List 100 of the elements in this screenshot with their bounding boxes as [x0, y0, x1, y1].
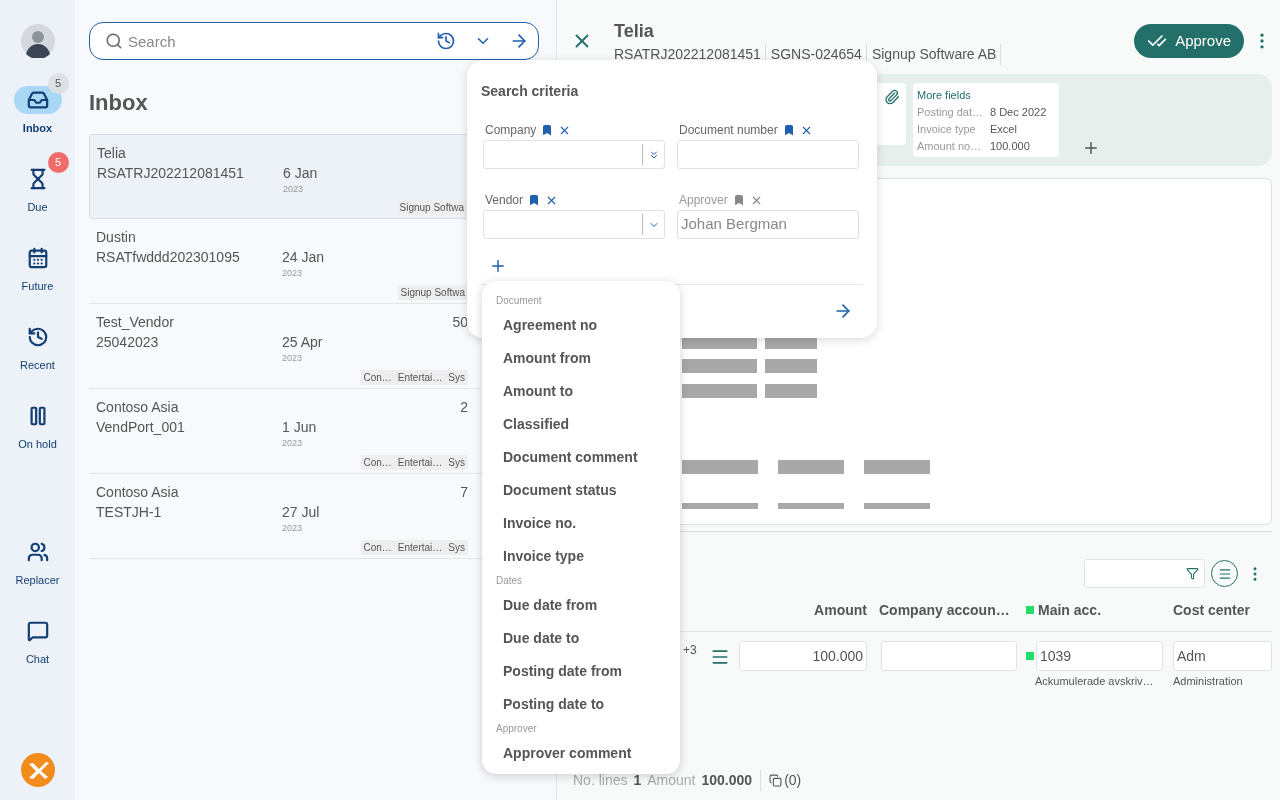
amount-total: 100.000	[701, 769, 762, 791]
tag-label: Con…	[363, 541, 392, 555]
document-number: 25042023	[96, 333, 160, 352]
amount-text: 7	[460, 482, 468, 502]
nav-item[interactable]: Replacer	[0, 524, 75, 603]
company-account-field[interactable]	[881, 641, 1017, 671]
column-header: Cost center	[1173, 600, 1251, 620]
tag-label: Entertai…	[397, 456, 443, 470]
filter-icon	[1186, 567, 1199, 580]
menu-item[interactable]: Posting date to	[482, 688, 680, 721]
count-badge: 5	[47, 73, 69, 94]
filter-field[interactable]	[1084, 559, 1205, 588]
bookmark-icon[interactable]	[528, 194, 541, 206]
vendor-name: Contoso Asia	[96, 397, 179, 417]
tag-label: Entertai…	[397, 371, 443, 385]
bookmark-icon[interactable]	[541, 124, 554, 136]
tag-label: Sys	[448, 371, 465, 385]
inbox-title: Inbox	[89, 89, 148, 117]
nav-icon	[26, 326, 49, 348]
tag-label: Entertai…	[397, 541, 443, 555]
document-number: RSATfwddd202301095	[96, 248, 241, 267]
extra-count: +3	[683, 643, 697, 657]
tag-label: Sys	[448, 541, 465, 555]
tag-label: Signup Softwa	[399, 201, 464, 215]
field-value: Excel	[990, 122, 1017, 137]
nav-item[interactable]: On hold	[0, 388, 75, 467]
year-text: 2023	[282, 522, 304, 535]
more-fields-title: More fields	[917, 88, 972, 103]
field-label: Invoice type	[917, 122, 977, 137]
lines-label: No. lines	[573, 770, 628, 790]
approve-button[interactable]: Approve	[1134, 24, 1244, 58]
vendor-name: Test_Vendor	[96, 312, 174, 332]
year-text: 2023	[282, 352, 304, 365]
year-text: 2023	[283, 183, 305, 196]
column-header: Main acc.	[1038, 600, 1102, 620]
due-date: 6 Jan	[283, 164, 318, 183]
menu-item[interactable]: Approver comment	[482, 737, 680, 770]
account-name: Ackumulerade avskriv…	[1035, 674, 1155, 689]
menu-item[interactable]: Due date to	[482, 622, 680, 655]
menu-group-title: Approver	[495, 722, 538, 736]
select-field[interactable]	[483, 140, 665, 169]
due-date: 24 Jan	[282, 248, 325, 267]
field-label: Amount no…	[917, 139, 983, 154]
vendor-name: Dustin	[96, 227, 136, 247]
year-text: 2023	[282, 437, 304, 450]
tag-label: Con…	[363, 456, 392, 470]
nav-icon	[26, 541, 49, 563]
popup-title: Search criteria	[481, 82, 580, 101]
field-value: 100.000	[990, 139, 1030, 154]
tag-label: Sys	[448, 456, 465, 470]
amount-text: 50	[452, 312, 468, 332]
avatar[interactable]	[20, 24, 55, 58]
add-icon[interactable]	[489, 257, 507, 275]
cost-center-name: Administration	[1173, 674, 1244, 689]
vendor-name: Telia	[97, 143, 126, 163]
nav-icon	[26, 620, 49, 642]
document-number: RSATRJ202212081451	[97, 164, 245, 183]
nav-item[interactable]: 5 Due	[0, 151, 75, 230]
select-field[interactable]	[483, 210, 665, 239]
field-label: Posting dat…	[917, 105, 985, 120]
nav-item[interactable]: Chat	[0, 603, 75, 682]
tag-label: Con…	[363, 371, 392, 385]
search-field[interactable]: Search	[89, 22, 539, 60]
lines-count: 1	[633, 770, 642, 790]
menu-item[interactable]: Posting date from	[482, 655, 680, 688]
search-icon	[105, 32, 123, 50]
nav-icon	[26, 247, 49, 269]
field-label: Approver	[679, 192, 728, 209]
nav-icon	[26, 89, 49, 111]
year-text: 2023	[282, 267, 304, 280]
tag-label: Signup Softwa	[400, 286, 465, 300]
nav-item[interactable]: Future	[0, 230, 75, 309]
nav-item[interactable]: 5 Inbox	[0, 72, 75, 151]
document-number: TESTJH-1	[96, 503, 163, 522]
copy-icon[interactable]	[769, 773, 783, 787]
add-icon[interactable]	[1082, 139, 1100, 157]
more-fields-card[interactable]: More fields Posting dat… 8 Dec 2022 Invoice type Excel Amount no… 100.000	[913, 83, 1059, 157]
count-badge: 5	[47, 152, 69, 173]
due-date: 25 Apr	[282, 333, 323, 352]
due-date: 27 Jul	[282, 503, 320, 522]
cost-center-field[interactable]: Adm	[1173, 641, 1272, 671]
field-label: Vendor	[485, 192, 524, 209]
nav-item[interactable]: Recent	[0, 309, 75, 388]
paperclip-icon	[884, 89, 900, 105]
document-number: VendPort_001	[96, 418, 186, 437]
menu-item[interactable]: Due date from	[482, 589, 680, 622]
attachment-count: (0)	[784, 770, 802, 790]
main-account-field[interactable]: 1039	[1036, 641, 1163, 671]
menu-group-title: Dates	[495, 574, 524, 588]
document-title: Telia	[614, 20, 655, 42]
field-label: Document number	[679, 122, 778, 139]
column-header: Company accoun…	[879, 600, 1010, 620]
lines-icon	[1217, 566, 1232, 581]
bookmark-icon[interactable]	[782, 124, 795, 136]
vendor-name: Contoso Asia	[96, 482, 179, 502]
amount-label: Amount	[647, 770, 696, 790]
history-icon[interactable]	[436, 31, 456, 51]
amount-field[interactable]: 100.000	[739, 641, 867, 671]
input-field[interactable]	[677, 140, 859, 169]
field-value: 8 Dec 2022	[990, 105, 1047, 120]
